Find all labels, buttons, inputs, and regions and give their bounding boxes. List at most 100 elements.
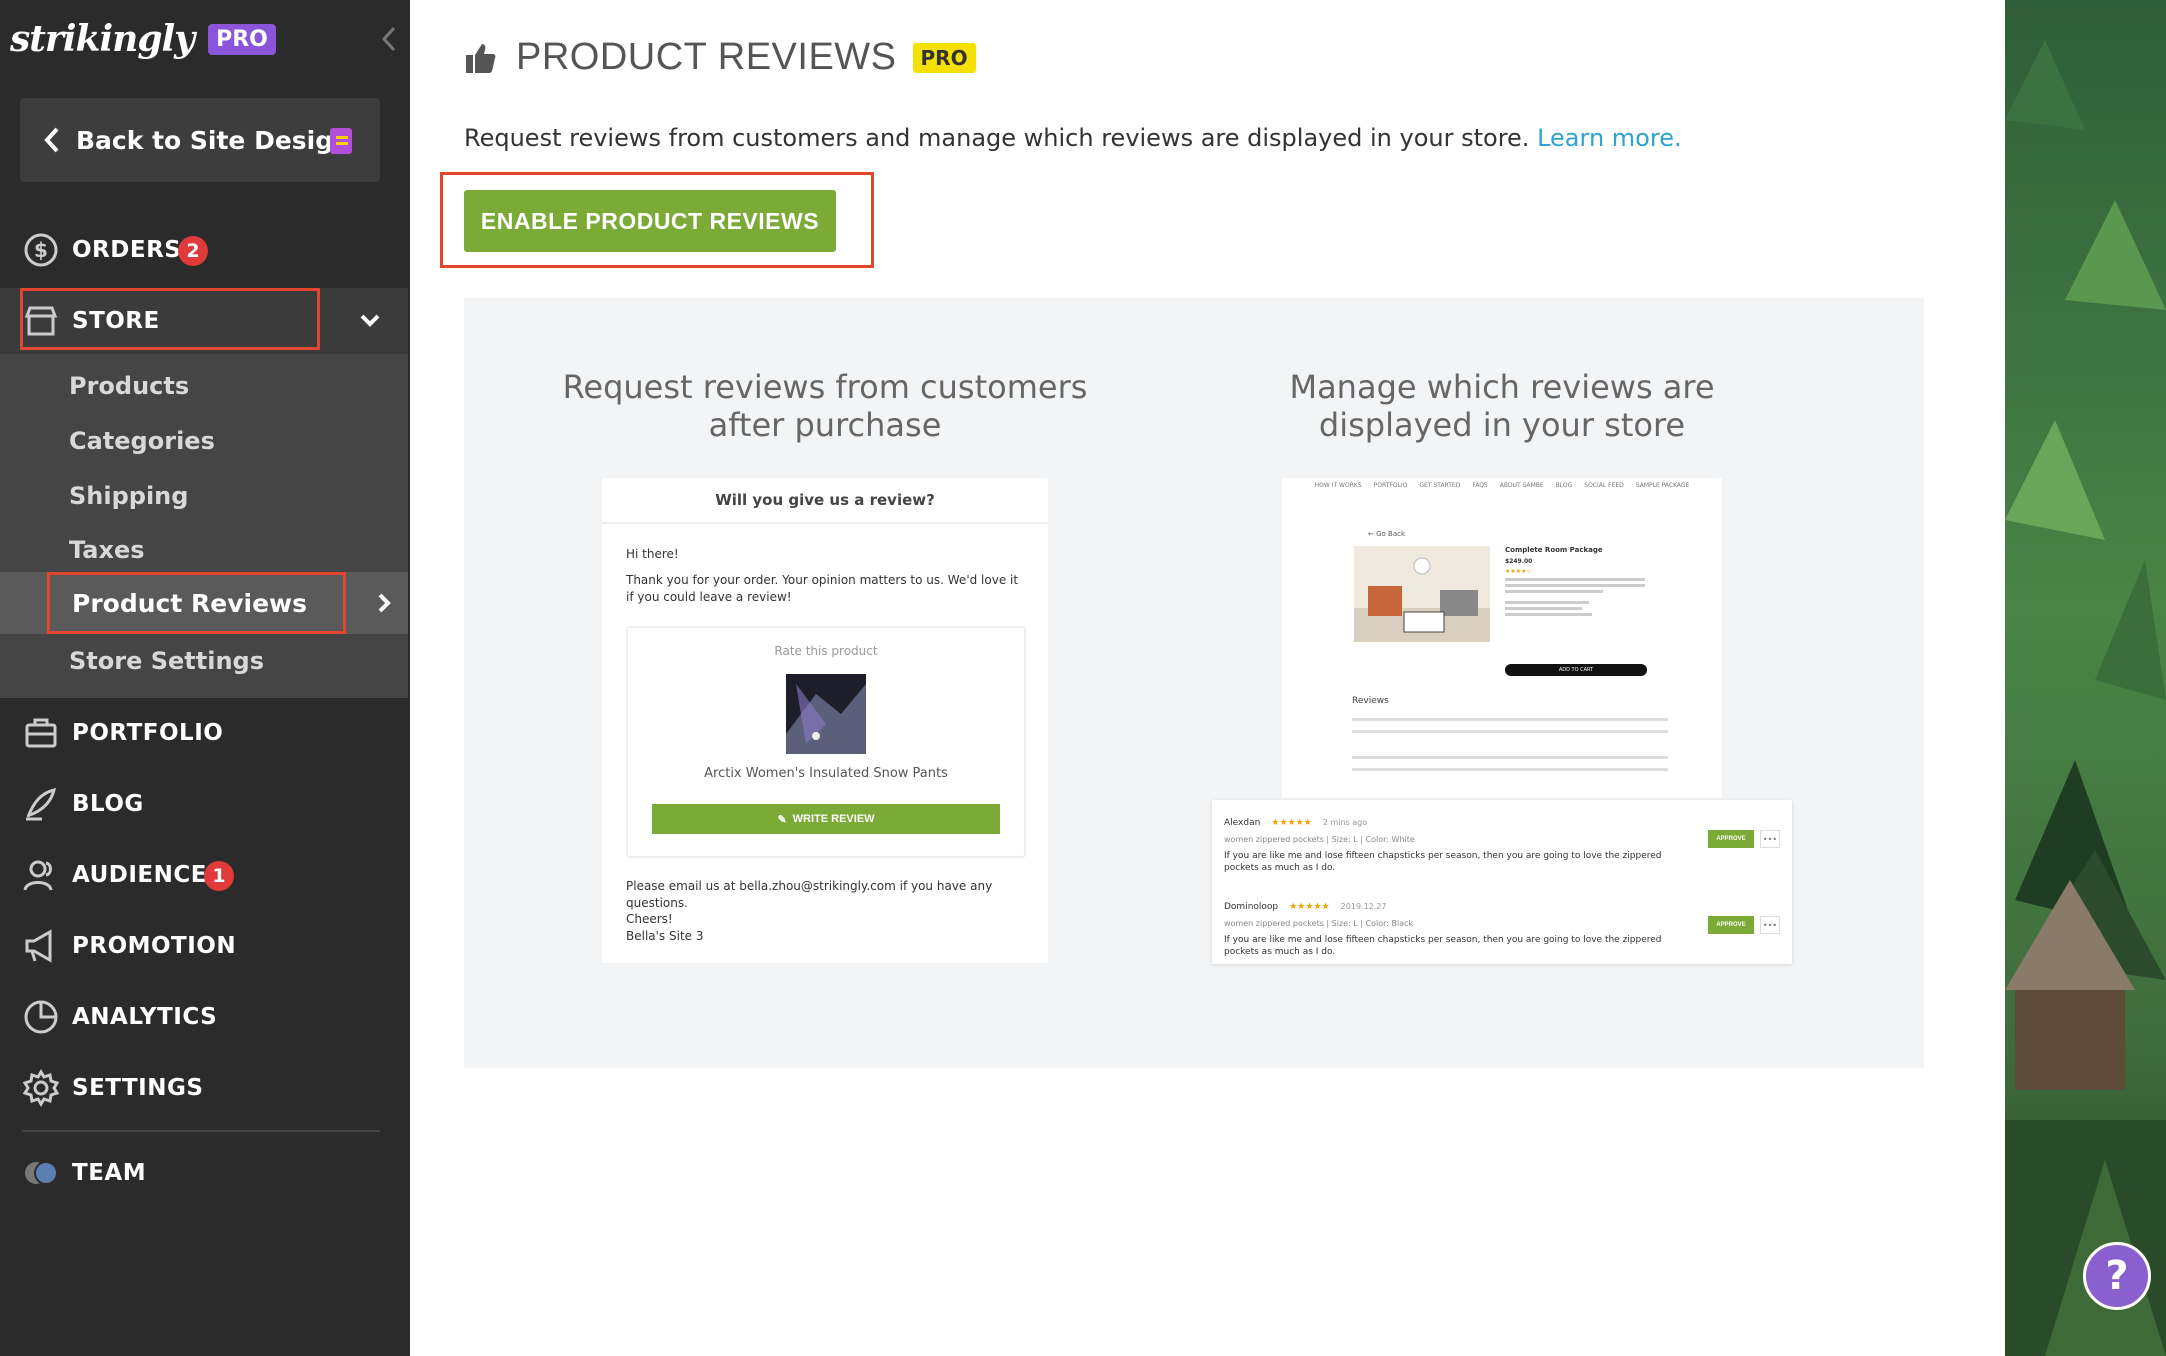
mini-nav-item: SAMPLE PACKAGE bbox=[1635, 482, 1690, 489]
page-description: Request reviews from customers and manag… bbox=[464, 124, 1682, 152]
pie-chart-icon bbox=[24, 1000, 58, 1034]
feature-right-heading: Manage which reviews are displayed in yo… bbox=[1289, 368, 1715, 444]
review-item: Dominoloop ★★★★★ 2019.12.27 women zipper… bbox=[1224, 894, 1780, 958]
brand[interactable]: strikingly PRO bbox=[10, 14, 276, 64]
nav-store[interactable]: STORE bbox=[0, 288, 408, 354]
text-line bbox=[1505, 584, 1645, 587]
text-line bbox=[1505, 613, 1592, 616]
more-options-button[interactable]: ••• bbox=[1760, 830, 1780, 848]
sidebar-item-categories[interactable]: Categories bbox=[69, 427, 215, 455]
store-preview: HOW IT WORKS PORTFOLIO GET STARTED FAQS … bbox=[1282, 478, 1722, 798]
nav-promotion[interactable]: PROMOTION bbox=[0, 927, 410, 967]
nav-settings-label: SETTINGS bbox=[72, 1075, 204, 1101]
nav-audience[interactable]: AUDIENCE 1 bbox=[0, 856, 410, 896]
text-line bbox=[1352, 768, 1668, 771]
mini-nav-item: FAQS bbox=[1472, 482, 1488, 489]
mini-nav-item: BLOG bbox=[1555, 482, 1573, 489]
feature-left-heading: Request reviews from customers after pur… bbox=[562, 368, 1088, 444]
main-content: PRODUCT REVIEWS PRO Request reviews from… bbox=[410, 0, 2005, 1356]
text-line bbox=[1505, 601, 1589, 604]
pro-tag: PRO bbox=[912, 42, 976, 73]
more-options-button[interactable]: ••• bbox=[1760, 916, 1780, 934]
mini-reviews-heading: Reviews bbox=[1352, 696, 1389, 706]
review-stars: ★★★★★ bbox=[1289, 902, 1330, 912]
site-design-doc-icon bbox=[330, 128, 352, 154]
approve-button[interactable]: APPROVE bbox=[1708, 830, 1754, 848]
background-scenery bbox=[2005, 0, 2166, 1356]
text-line bbox=[1352, 730, 1668, 733]
page-title-row: PRODUCT REVIEWS PRO bbox=[464, 36, 976, 79]
product-name: Arctix Women's Insulated Snow Pants bbox=[704, 766, 948, 781]
mini-nav-item: ABOUT SAMBE bbox=[1499, 482, 1544, 489]
learn-more-link[interactable]: Learn more. bbox=[1537, 124, 1682, 152]
nav-orders[interactable]: $ ORDERS 2 bbox=[0, 231, 410, 271]
briefcase-icon bbox=[25, 718, 57, 748]
help-button[interactable]: ? bbox=[2083, 1242, 2151, 1310]
nav-analytics-label: ANALYTICS bbox=[72, 1004, 218, 1030]
email-site: Bella's Site 3 bbox=[626, 929, 704, 943]
approve-button[interactable]: APPROVE bbox=[1708, 916, 1754, 934]
storefront-icon bbox=[24, 306, 58, 336]
sidebar-item-taxes[interactable]: Taxes bbox=[69, 536, 145, 564]
text-line bbox=[1352, 756, 1668, 759]
sidebar: strikingly PRO Back to Site Design $ ORD… bbox=[0, 0, 410, 1356]
svg-text:$: $ bbox=[34, 238, 48, 262]
review-meta: women zippered pockets | Size: L | Color… bbox=[1224, 919, 1414, 928]
mini-product-stars: ★★★★☆ bbox=[1505, 568, 1532, 575]
store-highlight-frame bbox=[20, 288, 320, 350]
mini-back-link: ← Go Back bbox=[1368, 530, 1406, 538]
back-to-site-design-label: Back to Site Design bbox=[76, 125, 351, 155]
team-avatars-icon bbox=[25, 1161, 58, 1185]
people-icon bbox=[23, 860, 53, 891]
feature-panel: Request reviews from customers after pur… bbox=[464, 298, 1924, 1068]
nav-audience-label: AUDIENCE bbox=[72, 862, 207, 888]
email-greeting: Hi there! bbox=[626, 547, 679, 561]
dollar-circle-icon: $ bbox=[24, 233, 58, 267]
product-reviews-highlight-frame: Product Reviews bbox=[47, 572, 346, 634]
gear-icon bbox=[22, 1069, 60, 1107]
review-time: 2019.12.27 bbox=[1340, 902, 1387, 911]
strikingly-logo: strikingly bbox=[10, 18, 195, 60]
back-to-site-design-button[interactable]: Back to Site Design bbox=[20, 98, 380, 182]
nav-orders-label: ORDERS bbox=[72, 237, 182, 263]
sidebar-divider bbox=[22, 1130, 380, 1132]
review-stars: ★★★★★ bbox=[1271, 818, 1312, 828]
write-review-button[interactable]: ✎ WRITE REVIEW bbox=[652, 804, 1000, 834]
sidebar-item-store-settings[interactable]: Store Settings bbox=[69, 647, 264, 675]
mini-nav: HOW IT WORKS PORTFOLIO GET STARTED FAQS … bbox=[1282, 478, 1722, 494]
sidebar-item-products[interactable]: Products bbox=[69, 372, 189, 400]
rate-title: Rate this product bbox=[774, 644, 878, 658]
rate-product-box: Rate this product Arctix Women's Insulat… bbox=[626, 626, 1026, 858]
nav-team[interactable]: TEAM bbox=[0, 1154, 410, 1194]
write-review-label: WRITE REVIEW bbox=[792, 813, 875, 825]
review-meta: women zippered pockets | Size: L | Color… bbox=[1224, 835, 1415, 844]
chevron-left-icon bbox=[44, 127, 59, 153]
mini-product-description bbox=[1505, 578, 1645, 619]
nav-settings[interactable]: SETTINGS bbox=[0, 1069, 410, 1109]
review-body: If you are like me and lose fifteen chap… bbox=[1224, 851, 1662, 873]
mini-product-title: Complete Room Package bbox=[1505, 546, 1603, 554]
mini-nav-item: SOCIAL FEED bbox=[1584, 482, 1624, 489]
product-reviews-label: Product Reviews bbox=[72, 589, 307, 618]
nav-portfolio[interactable]: PORTFOLIO bbox=[0, 714, 410, 754]
product-thumbnail bbox=[786, 674, 866, 754]
chevron-down-icon[interactable] bbox=[358, 310, 382, 330]
enable-product-reviews-button[interactable]: ENABLE PRODUCT REVIEWS bbox=[464, 190, 836, 252]
review-time: 2 mins ago bbox=[1322, 818, 1368, 827]
mini-nav-item: GET STARTED bbox=[1419, 482, 1461, 489]
nav-blog[interactable]: BLOG bbox=[0, 785, 410, 825]
sidebar-item-shipping[interactable]: Shipping bbox=[69, 482, 188, 510]
mini-product-price: $249.00 bbox=[1505, 558, 1533, 565]
sidebar-item-product-reviews[interactable]: Product Reviews bbox=[0, 572, 408, 634]
email-footer: Please email us at bella.zhou@strikingly… bbox=[626, 879, 993, 910]
mini-nav-item: HOW IT WORKS bbox=[1314, 482, 1362, 489]
collapse-sidebar-icon[interactable] bbox=[378, 24, 400, 54]
pen-icon bbox=[26, 787, 57, 821]
email-body: Thank you for your order. Your opinion m… bbox=[626, 573, 1019, 604]
pro-badge: PRO bbox=[208, 23, 276, 55]
megaphone-icon bbox=[25, 929, 52, 963]
page-title: PRODUCT REVIEWS bbox=[516, 36, 897, 78]
mini-add-to-cart: ADD TO CART bbox=[1505, 664, 1647, 676]
nav-analytics[interactable]: ANALYTICS bbox=[0, 998, 410, 1038]
room-product-image bbox=[1354, 546, 1490, 642]
